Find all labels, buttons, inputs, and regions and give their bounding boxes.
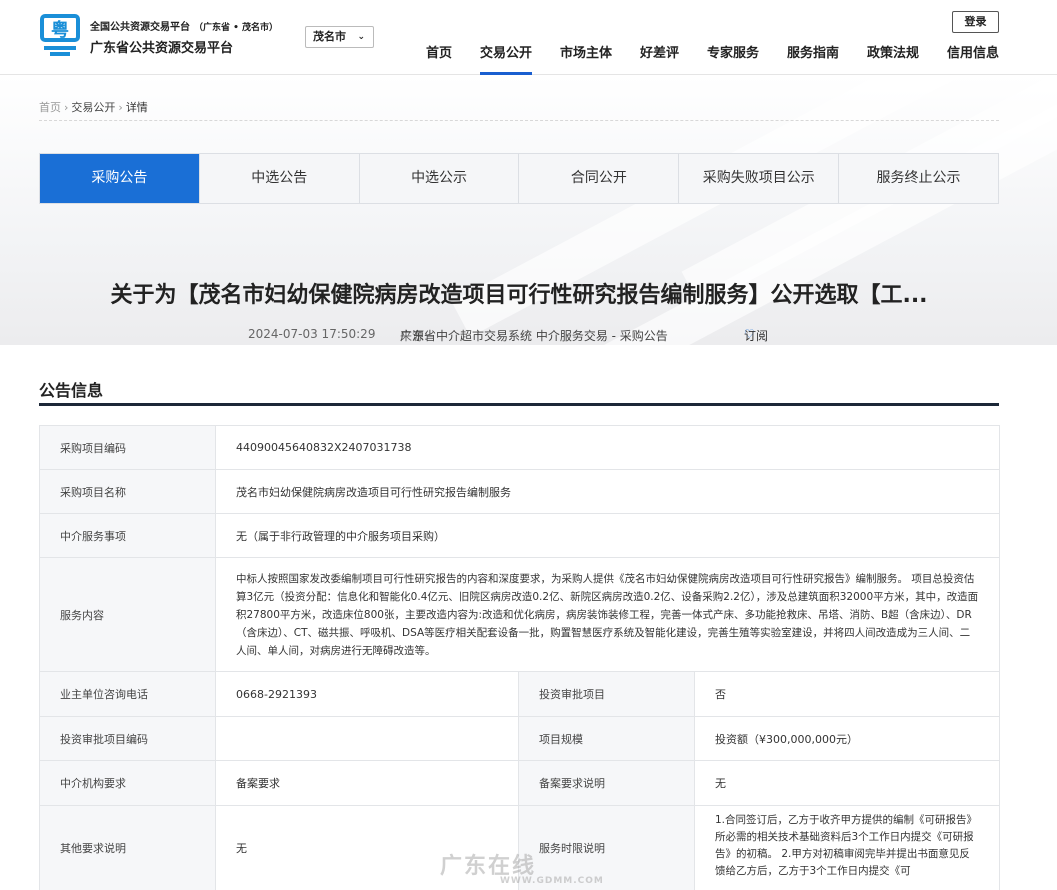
site-name-province: 广东省公共资源交易平台 <box>90 41 234 56</box>
table-row: 采购项目编码 44090045640832X2407031738 <box>39 425 1000 470</box>
field-value: 否 <box>694 671 1000 717</box>
field-value: 中标人按照国家发改委编制项目可行性研究报告的内容和深度要求，为采购人提供《茂名市… <box>215 557 1000 672</box>
field-label: 投资审批项目编码 <box>39 716 216 761</box>
table-row: 服务内容 中标人按照国家发改委编制项目可行性研究报告的内容和深度要求，为采购人提… <box>39 557 1000 672</box>
field-label: 中介机构要求 <box>39 760 216 806</box>
section-title: 公告信息 <box>39 381 104 400</box>
chevron-down-icon: ⌄ <box>357 32 365 42</box>
tab-procurement-notice[interactable]: 采购公告 <box>40 154 200 203</box>
field-value: 0668-2921393 <box>215 671 519 717</box>
source-value: 广东省中介超市交易系统 中介服务交易 - 采购公告 <box>400 329 668 343</box>
field-value: 无 <box>694 760 1000 806</box>
nav-trading[interactable]: 交易公开 <box>480 42 533 75</box>
watermark: 广东在线 WWW.GDMM.COM <box>440 848 604 886</box>
breadcrumb-trading[interactable]: 交易公开 <box>71 101 115 114</box>
field-value: 无（属于非行政管理的中介服务项目采购） <box>215 513 1000 558</box>
breadcrumb-home[interactable]: 首页 <box>39 101 61 114</box>
field-label: 中介服务事项 <box>39 513 216 558</box>
watermark-url: WWW.GDMM.COM <box>500 876 604 886</box>
nav-experts[interactable]: 专家服务 <box>707 42 759 61</box>
field-value: 44090045640832X2407031738 <box>215 425 1000 470</box>
tab-selection-notice[interactable]: 中选公告 <box>199 154 360 203</box>
notice-title: 关于为【茂名市妇幼保健院病房改造项目可行性研究报告编制服务】公开选取【工... <box>110 283 928 308</box>
nav-service-guide[interactable]: 服务指南 <box>787 42 839 61</box>
site-region: （广东省 • 茂名市） <box>194 23 279 33</box>
breadcrumb-divider <box>39 120 999 121</box>
site-logo-icon[interactable]: 粤 <box>40 14 80 58</box>
field-label: 采购项目编码 <box>39 425 216 470</box>
field-value: 1.合同签订后，乙方于收齐甲方提供的编制《可研报告》所必需的相关技术基础资料后3… <box>694 805 1000 890</box>
service-time-text: 1.合同签订后，乙方于收齐甲方提供的编制《可研报告》所必需的相关技术基础资料后3… <box>715 814 978 877</box>
site-header: 粤 全国公共资源交易平台 （广东省 • 茂名市） 广东省公共资源交易平台 茂名市 … <box>0 0 1057 75</box>
field-label: 服务内容 <box>39 557 216 672</box>
field-value: 投资额（¥300,000,000元） <box>694 716 1000 761</box>
field-label: 采购项目名称 <box>39 469 216 514</box>
table-row: 业主单位咨询电话 0668-2921393 投资审批项目 否 <box>39 671 1000 717</box>
table-row: 中介机构要求 备案要求 备案要求说明 无 <box>39 760 1000 806</box>
table-row: 采购项目名称 茂名市妇幼保健院病房改造项目可行性研究报告编制服务 <box>39 469 1000 514</box>
subscribe-label: 订阅 <box>744 329 769 343</box>
field-value: 茂名市妇幼保健院病房改造项目可行性研究报告编制服务 <box>215 469 1000 514</box>
notice-datetime: 2024-07-03 17:50:29 <box>248 327 376 341</box>
field-label: 备案要求说明 <box>518 760 695 806</box>
nav-home[interactable]: 首页 <box>426 42 452 61</box>
nav-credit[interactable]: 信用信息 <box>947 42 999 61</box>
notice-info-table: 采购项目编码 44090045640832X2407031738 采购项目名称 … <box>39 425 1000 890</box>
breadcrumb: 首页 › 交易公开 › 详情 <box>39 101 148 114</box>
field-value: 备案要求 <box>215 760 519 806</box>
tab-failed-projects[interactable]: 采购失败项目公示 <box>679 154 840 203</box>
nav-ratings[interactable]: 好差评 <box>640 42 679 61</box>
notice-tabs: 采购公告 中选公告 中选公示 合同公开 采购失败项目公示 服务终止公示 <box>39 153 999 204</box>
field-value <box>215 716 519 761</box>
tab-contract-public[interactable]: 合同公开 <box>519 154 680 203</box>
city-select[interactable]: 茂名市 ⌄ <box>305 26 374 48</box>
field-label: 其他要求说明 <box>39 805 216 890</box>
site-name-national: 全国公共资源交易平台 （广东省 • 茂名市） <box>90 22 279 33</box>
field-label: 业主单位咨询电话 <box>39 671 216 717</box>
nav-market-entities[interactable]: 市场主体 <box>560 42 612 61</box>
section-rule <box>39 403 999 406</box>
table-row: 中介服务事项 无（属于非行政管理的中介服务项目采购） <box>39 513 1000 558</box>
nav-policies[interactable]: 政策法规 <box>867 42 919 61</box>
table-row: 投资审批项目编码 项目规模 投资额（¥300,000,000元） <box>39 716 1000 761</box>
tab-service-termination[interactable]: 服务终止公示 <box>839 154 998 203</box>
svg-text:粤: 粤 <box>51 19 69 41</box>
login-button[interactable]: 登录 <box>952 11 999 33</box>
city-select-value: 茂名市 <box>313 30 346 43</box>
tab-selection-publicity[interactable]: 中选公示 <box>359 154 520 203</box>
breadcrumb-current: 详情 <box>125 101 148 114</box>
field-label: 项目规模 <box>518 716 695 761</box>
field-label: 投资审批项目 <box>518 671 695 717</box>
